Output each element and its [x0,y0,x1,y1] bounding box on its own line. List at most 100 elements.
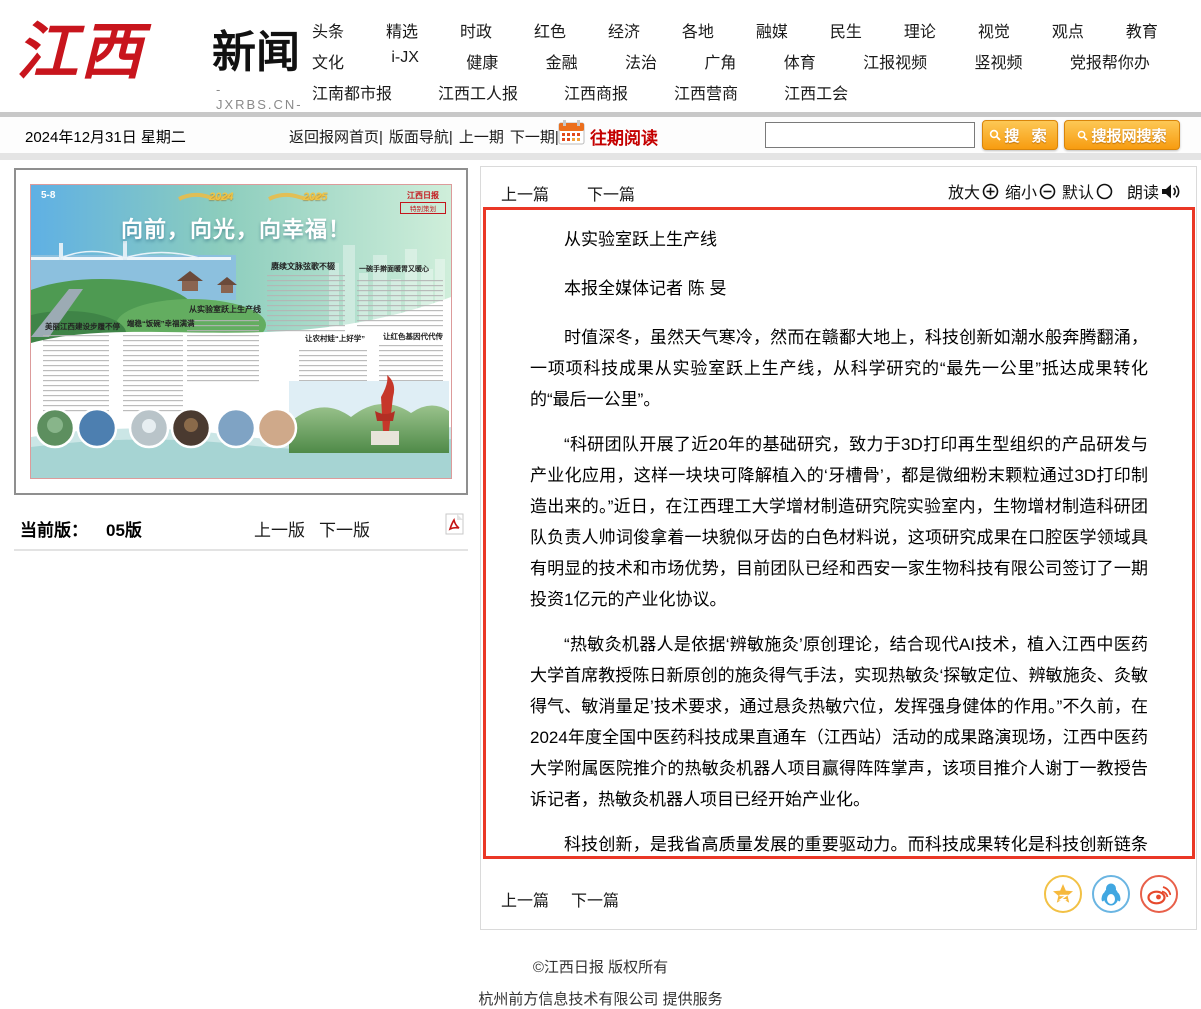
archive-reading-link[interactable]: 往期阅读 [590,124,658,149]
nav-item-economy[interactable]: 经济 [608,18,640,42]
nav-item-vertical-video[interactable]: 竖视频 [975,49,1023,73]
nav-item-ijx[interactable]: i-JX [391,49,419,73]
nav-item-jx-yingshang[interactable]: 江西营商 [674,80,738,104]
circle-plus-icon [982,183,999,200]
magnifier-icon [1077,130,1088,141]
previous-article-link-top[interactable]: 上一篇 [501,181,549,205]
main-nav: 头条 精选 时政 红色 经济 各地 融媒 民生 理论 视觉 观点 教育 文化 i… [312,18,1158,111]
page-navigation-link[interactable]: 版面导航| [389,126,453,147]
newspaper-page-thumbnail[interactable]: 5-8 2024 2025 向前，向光，向幸福！ 江西日报 特别策划 赓续文脉弦… [14,168,468,495]
site-search-button[interactable]: 搜报网搜索 [1064,120,1180,150]
nav-item-party-help[interactable]: 党报帮你办 [1070,49,1150,73]
newspaper-page-image: 5-8 2024 2025 向前，向光，向幸福！ 江西日报 特别策划 赓续文脉弦… [30,184,452,479]
magnifier-icon [989,129,1001,141]
article-paragraph: “热敏灸机器人是依据‘辨敏施灸’原创理论，结合现代AI技术，植入江西中医药大学首… [530,629,1148,815]
qzone-share-icon[interactable] [1044,875,1082,913]
thumbnail-masthead: 江西日报 特别策划 [400,190,446,214]
article-bottom-controls: 上一篇 下一篇 [501,875,1180,915]
next-article-link-top[interactable]: 下一篇 [587,181,635,205]
nav-item-theory[interactable]: 理论 [904,18,936,42]
thumbnail-headline: 向前，向光，向幸福！ [121,212,351,244]
thumb-article-headline: 一碗手擀面暖胃又暖心 [359,264,429,274]
back-to-homepage-link[interactable]: 返回报网首页| [289,126,383,147]
copyright-text: ©江西日报 版权所有 [0,956,1201,977]
nav-item-headlines[interactable]: 头条 [312,18,344,42]
nav-item-finance[interactable]: 金融 [546,49,578,73]
nav-item-livelihood[interactable]: 民生 [830,18,862,42]
article-paragraph: 时值深冬，虽然天气寒冷，然而在赣鄱大地上，科技创新如潮水般奔腾翻涌，一项项科技成… [530,322,1148,415]
nav-item-education[interactable]: 教育 [1126,18,1158,42]
article-paragraph: 科技创新，是我省高质量发展的重要驱动力。而科技成果转化是科技创新链条中的重要一环… [530,829,1148,859]
read-aloud-button[interactable]: 朗读 [1127,179,1180,203]
left-column-divider [14,549,468,551]
nav-item-wide-angle[interactable]: 广角 [704,49,736,73]
nav-item-sports[interactable]: 体育 [784,49,816,73]
logo-domain-text: -JXRBS.CN- [216,82,306,112]
logo-suffix-text: 新闻 [212,28,300,78]
next-article-link-bottom[interactable]: 下一篇 [571,887,619,911]
calendar-icon [558,120,586,151]
next-issue-link[interactable]: 下一期| [510,126,559,147]
current-page-label: 当前版： [20,516,88,541]
thumbnail-masthead-title: 江西日报 [400,190,446,201]
nav-item-regions[interactable]: 各地 [682,18,714,42]
site-search-button-label: 搜报网搜索 [1091,125,1166,146]
site-logo[interactable]: 江西 新闻 -JXRBS.CN- [16,6,306,106]
thumbnail-masthead-subtitle: 特别策划 [400,202,446,214]
thumb-article-headline: 赓续文脉弦歌不辍 [271,261,335,272]
nav-item-jx-worker[interactable]: 江西工人报 [438,80,518,104]
thumbnail-year-2025: 2025 [303,191,327,203]
current-date: 2024年12月31日 星期二 [25,126,186,147]
nav-item-politics[interactable]: 时政 [460,18,492,42]
circle-icon [1096,183,1113,200]
weibo-share-icon[interactable] [1140,875,1178,913]
qq-share-icon[interactable] [1092,875,1130,913]
previous-article-link-bottom[interactable]: 上一篇 [501,887,549,911]
text-controls: 放大 缩小 默认 朗读 [948,179,1180,203]
article-top-controls: 上一篇 下一篇 放大 缩小 默认 [501,179,1180,203]
share-buttons [1044,875,1178,913]
nav-item-visual[interactable]: 视觉 [978,18,1010,42]
thumb-article-headline: 让农村娃“上好学” [305,333,365,344]
nav-item-jx-union[interactable]: 江西工会 [784,80,848,104]
nav-item-health[interactable]: 健康 [466,49,498,73]
nav-item-featured[interactable]: 精选 [386,18,418,42]
zoom-out-button[interactable]: 缩小 [1005,179,1056,203]
nav-item-law[interactable]: 法治 [625,49,657,73]
thumb-article-headline: 美丽江西建设步履不停 [45,321,120,332]
speaker-icon [1161,183,1180,200]
current-page-value: 05版 [106,516,142,541]
nav-item-jiangnan-metro[interactable]: 江南都市报 [312,80,392,104]
search-button[interactable]: 搜 索 [982,120,1058,150]
next-page-link[interactable]: 下一版 [319,516,370,541]
previous-page-link[interactable]: 上一版 [254,516,305,541]
nav-row-3: 江南都市报 江西工人报 江西商报 江西营商 江西工会 [312,80,1158,104]
nav-item-culture[interactable]: 文化 [312,49,344,73]
article-bottom-links: 上一篇 下一篇 [501,887,619,911]
search-button-label: 搜 索 [1004,125,1050,146]
zoom-in-label: 放大 [948,179,980,203]
nav-row-1: 头条 精选 时政 红色 经济 各地 融媒 民生 理论 视觉 观点 教育 [312,18,1158,42]
search-input[interactable] [765,122,975,148]
zoom-out-label: 缩小 [1005,179,1037,203]
pdf-icon[interactable] [445,513,464,540]
nav-item-red[interactable]: 红色 [534,18,566,42]
nav-item-media[interactable]: 融媒 [756,18,788,42]
article-byline: 本报全媒体记者 陈 旻 [530,273,1148,304]
logo-main-text: 江西 [16,8,144,98]
article-paragraph: “科研团队开展了近20年的基础研究，致力于3D打印再生型组织的产品研发与产业化应… [530,429,1148,615]
article-panel: 上一篇 下一篇 放大 缩小 默认 [480,166,1197,930]
toolbar-links: 返回报网首页| 版面导航| 上一期 下一期| [289,126,559,147]
thumb-article-headline: 让红色基因代代传 [383,331,443,342]
page-nav-links: 上一版 下一版 [254,516,370,541]
nav-item-jb-video[interactable]: 江报视频 [863,49,927,73]
nav-item-jx-business-paper[interactable]: 江西商报 [564,80,628,104]
previous-issue-link[interactable]: 上一期 [459,126,504,147]
page-footer: ©江西日报 版权所有 杭州前方信息技术有限公司 提供服务 [0,948,1201,1009]
default-size-button[interactable]: 默认 [1062,179,1113,203]
date-toolbar: 2024年12月31日 星期二 返回报网首页| 版面导航| 上一期 下一期| 往… [0,112,1201,160]
article-title: 从实验室跃上生产线 [530,224,1148,255]
site-header: 江西 新闻 -JXRBS.CN- 头条 精选 时政 红色 经济 各地 融媒 民生… [0,0,1201,112]
zoom-in-button[interactable]: 放大 [948,179,999,203]
nav-item-opinion[interactable]: 观点 [1052,18,1084,42]
